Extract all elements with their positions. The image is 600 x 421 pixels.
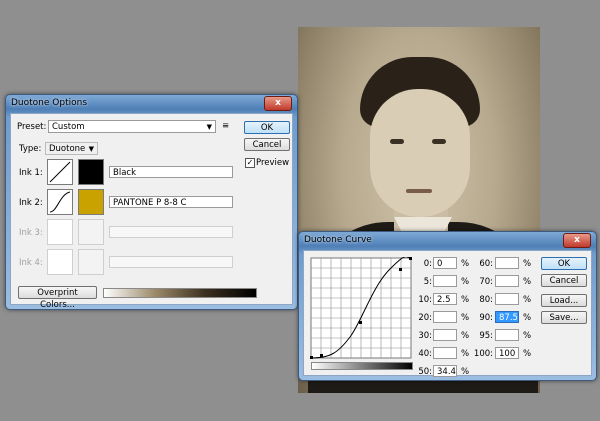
curve-load-button[interactable]: Load... [541,294,587,307]
curve-input-40[interactable] [433,347,457,359]
ink1-name-field[interactable]: Black [109,166,233,178]
curve-label-50: 50: [418,367,432,377]
curve-input-0[interactable]: 0 [433,257,457,269]
ok-button[interactable]: OK [244,121,290,134]
ink1-label: Ink 1: [19,168,43,178]
curve-label-40: 40: [418,349,432,359]
s-curve-icon [49,191,71,213]
curve-label-30: 30: [418,331,432,341]
curve-input-60[interactable] [495,257,519,269]
curve-label-90: 90: [479,313,493,323]
curve-input-20[interactable] [433,311,457,323]
duotone-curve-title: Duotone Curve [304,235,372,245]
curve-ok-button[interactable]: OK [541,257,587,270]
type-label: Type: [19,144,42,154]
duotone-options-dialog: Duotone Options x Preset: Custom ▼ ≡ Typ… [5,94,298,310]
ink4-color-swatch [78,249,104,275]
curve-label-70: 70: [479,277,493,287]
curve-input-90[interactable]: 87.5 [495,311,519,323]
duotone-options-body: Preset: Custom ▼ ≡ Type: Duotone ▼ Ink 1… [10,113,293,310]
ink2-color-swatch[interactable] [78,189,104,215]
percent-5: % [461,277,470,287]
duotone-gradient-bar [103,288,257,298]
curve-graph[interactable] [310,257,412,359]
percent-30: % [461,331,470,341]
curve-label-100: 100: [473,349,493,359]
percent-20: % [461,313,470,323]
ink3-name-field [109,226,233,238]
curve-save-button[interactable]: Save... [541,311,587,324]
curve-label-60: 60: [479,259,493,269]
preset-menu-icon[interactable]: ≡ [222,121,229,131]
percent-80: % [523,295,532,305]
percent-10: % [461,295,470,305]
curve-gradient-bar [311,362,413,370]
curve-input-80[interactable] [495,293,519,305]
percent-100: % [523,349,532,359]
ink3-curve-box [47,219,73,245]
curve-label-95: 95: [479,331,493,341]
curve-input-10[interactable]: 2.5 [433,293,457,305]
curve-input-5[interactable] [433,275,457,287]
type-select[interactable]: Duotone ▼ [45,142,98,155]
percent-70: % [523,277,532,287]
curve-input-70[interactable] [495,275,519,287]
ink4-name-field [109,256,233,268]
ink1-color-swatch[interactable] [78,159,104,185]
preview-label: Preview [256,158,290,168]
preset-select[interactable]: Custom ▼ [48,120,216,133]
close-button[interactable]: x [563,233,591,248]
linear-curve-icon [49,161,71,183]
duotone-options-title: Duotone Options [11,98,88,108]
duotone-curve-titlebar[interactable]: Duotone Curve x [299,232,596,248]
percent-50: % [461,367,470,377]
curve-input-95[interactable] [495,329,519,341]
preset-label: Preset: [17,122,47,132]
ink4-curve-box [47,249,73,275]
curve-input-100[interactable]: 100 [495,347,519,359]
ink3-label: Ink 3: [19,228,43,238]
curve-cancel-button[interactable]: Cancel [541,274,587,287]
ink4-label: Ink 4: [19,258,43,268]
preset-value: Custom [52,122,85,132]
curve-label-5: 5: [423,277,432,287]
overprint-colors-button[interactable]: Overprint Colors... [18,286,97,310]
ink1-curve-box[interactable] [47,159,73,185]
curve-label-10: 10: [418,295,432,305]
cancel-button[interactable]: Cancel [244,138,290,151]
ink2-label: Ink 2: [19,198,43,208]
percent-40: % [461,349,470,359]
close-button[interactable]: x [264,96,292,111]
duotone-options-titlebar[interactable]: Duotone Options x [6,95,297,111]
curve-label-0: 0: [423,259,432,269]
curve-input-50[interactable]: 34.4 [433,365,457,377]
percent-0: % [461,259,470,269]
preview-checkbox[interactable]: ✓ [245,158,255,168]
duotone-curve-dialog: Duotone Curve x 0: 0 % 5: % 10: 2.5 % 20… [298,231,597,381]
percent-60: % [523,259,532,269]
ink3-color-swatch [78,219,104,245]
ink2-curve-box[interactable] [47,189,73,215]
ink2-name-field[interactable]: PANTONE P 8-8 C [109,196,233,208]
percent-95: % [523,331,532,341]
duotone-curve-body: 0: 0 % 5: % 10: 2.5 % 20: % 30: % 40: % … [303,250,592,377]
curve-input-30[interactable] [433,329,457,341]
chevron-down-icon: ▼ [88,145,94,153]
curve-label-20: 20: [418,313,432,323]
type-value: Duotone [49,144,86,154]
chevron-down-icon: ▼ [206,123,212,131]
percent-90: % [523,313,532,323]
curve-label-80: 80: [479,295,493,305]
